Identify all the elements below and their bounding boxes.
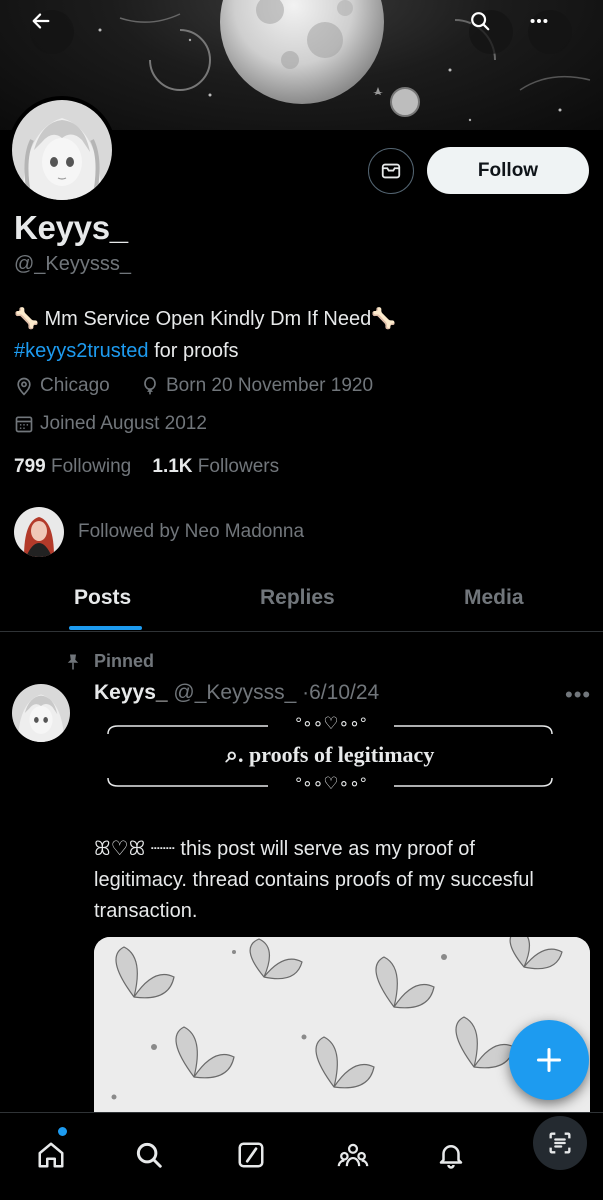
followers-count: 1.1K	[152, 456, 193, 477]
anime-avatar-image	[12, 100, 112, 200]
profile-joined: Joined August 2012	[14, 413, 207, 435]
frame-bottom-decor: °∘∘♡∘∘°	[295, 774, 367, 793]
followed-by-row[interactable]: Followed by Neo Madonna	[14, 507, 304, 557]
follower-avatar-image	[14, 507, 64, 557]
profile-location: Chicago	[14, 375, 110, 397]
tab-posts[interactable]: Posts	[74, 586, 131, 610]
active-tab-indicator	[69, 626, 142, 630]
plus-icon	[536, 1047, 562, 1073]
post-more-button[interactable]: •••	[565, 682, 591, 708]
location-text: Chicago	[40, 375, 110, 396]
back-button[interactable]	[30, 10, 74, 54]
post-author-name[interactable]: Keyys_	[94, 681, 168, 704]
post-header: Keyys_ @_Keyysss_ ·6/10/24	[94, 681, 379, 705]
bio-line-2-text: for proofs	[148, 340, 239, 362]
pinned-indicator: Pinned	[64, 651, 154, 672]
nav-notifications[interactable]	[426, 1133, 476, 1177]
bottom-navigation-bar	[0, 1112, 603, 1200]
bio-line-1: 🦴 Mm Service Open Kindly Dm If Need🦴	[14, 308, 397, 330]
more-icon	[530, 18, 548, 24]
post-body-text: ꕤ♡ꕤ ┈┈ this post will serve as my proof …	[94, 838, 534, 922]
more-options-button[interactable]	[528, 10, 572, 54]
envelope-icon	[381, 163, 401, 179]
frame-top-decor: °∘∘♡∘∘°	[295, 714, 367, 733]
bio-hashtag-link[interactable]: #keyys2trusted	[14, 340, 149, 362]
butterfly-pattern-image	[94, 937, 590, 1117]
home-icon	[38, 1142, 64, 1168]
profile-display-name: Keyys_	[14, 209, 128, 246]
post-media-image[interactable]	[94, 937, 590, 1117]
following-count: 799	[14, 456, 46, 477]
nav-grok[interactable]	[226, 1133, 276, 1177]
search-icon	[136, 1142, 162, 1168]
search-icon	[471, 12, 490, 31]
pinned-label: Pinned	[94, 651, 155, 671]
post-date[interactable]: 6/10/24	[309, 681, 379, 704]
search-button[interactable]	[469, 10, 513, 54]
bell-icon	[439, 1145, 463, 1169]
followers-link[interactable]: 1.1K Followers	[152, 456, 279, 477]
bio-line-2: #keyys2trusted for proofs	[14, 335, 594, 367]
arrow-left-icon	[32, 13, 50, 29]
profile-birthday: Born 20 November 1920	[140, 375, 373, 397]
communities-icon	[337, 1143, 369, 1167]
frame-title-text: ⌕. proofs of legitimacy	[225, 742, 435, 767]
tab-replies[interactable]: Replies	[260, 586, 335, 610]
nav-home[interactable]	[26, 1133, 76, 1177]
nav-search[interactable]	[124, 1133, 174, 1177]
post-avatar-image	[12, 684, 70, 742]
post-decorative-frame: °∘∘♡∘∘° ⌕. proofs of legitimacy °∘∘♡∘∘°	[104, 714, 556, 798]
balloon-icon	[144, 376, 156, 395]
followers-label: Followers	[197, 456, 280, 477]
scan-icon	[549, 1132, 571, 1154]
nav-communities[interactable]	[328, 1133, 378, 1177]
pin-icon	[67, 654, 79, 669]
grok-icon	[238, 1142, 264, 1168]
home-unread-dot	[58, 1127, 67, 1136]
following-label: Following	[50, 456, 132, 477]
follower-avatar	[14, 507, 64, 557]
calendar-icon	[15, 416, 33, 433]
profile-tabs: Posts Replies Media	[0, 570, 603, 632]
post-author-handle[interactable]: @_Keyysss_	[173, 681, 296, 704]
scan-button[interactable]	[533, 1116, 587, 1170]
profile-handle: @_Keyysss_	[14, 253, 132, 275]
profile-avatar[interactable]	[8, 96, 116, 204]
birthday-text: Born 20 November 1920	[166, 375, 374, 396]
followed-by-text: Followed by Neo Madonna	[78, 521, 305, 542]
following-link[interactable]: 799 Following	[14, 456, 131, 477]
tab-media[interactable]: Media	[464, 586, 524, 610]
post-author-avatar[interactable]	[12, 684, 70, 742]
profile-bio: 🦴 Mm Service Open Kindly Dm If Need🦴 #ke…	[14, 303, 594, 367]
follow-button[interactable]: Follow	[427, 147, 589, 194]
follow-counts: 799 Following 1.1K Followers	[14, 456, 279, 478]
compose-post-button[interactable]	[509, 1020, 589, 1100]
joined-text: Joined August 2012	[40, 413, 207, 434]
message-button[interactable]	[368, 148, 414, 194]
location-pin-icon	[17, 377, 31, 396]
